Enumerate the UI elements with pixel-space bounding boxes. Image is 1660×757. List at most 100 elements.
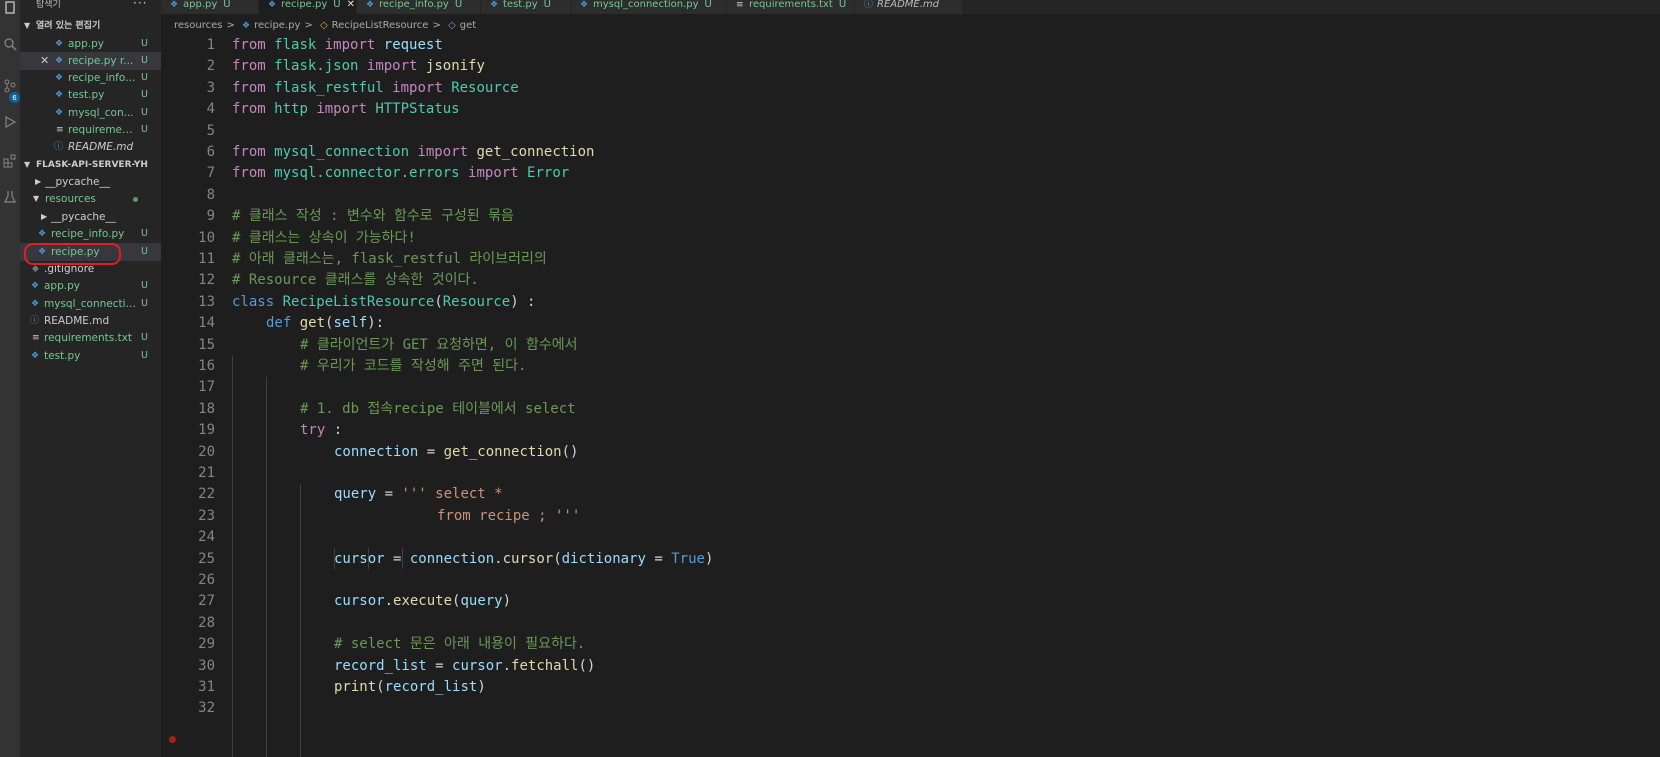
line-number: 5 [206, 122, 215, 139]
line-number: 23 [198, 507, 215, 524]
workspace-header[interactable]: ▼ FLASK-API-SERVER-YH [20, 157, 161, 173]
tree-file[interactable]: ❖ recipe_info.py U [20, 225, 161, 243]
code-line: from flask.json import jsonify [232, 58, 485, 75]
line-number: 32 [198, 700, 215, 717]
open-editors-header[interactable]: ▼ 열려 있는 편집기 [20, 18, 161, 34]
tab-app-py[interactable]: ❖ app.py U [161, 0, 259, 14]
scm-count-badge: 6 [9, 92, 20, 103]
chevron-right-icon: ▶ [35, 177, 42, 186]
open-editor-item-active[interactable]: ✕ ❖ recipe.py r... U [20, 52, 161, 70]
line-number: 26 [198, 572, 215, 588]
more-actions-icon[interactable]: ··· [133, 0, 147, 10]
tree-file[interactable]: ⓘ README.md [20, 312, 161, 330]
python-file-icon: ❖ [268, 0, 277, 10]
tree-folder[interactable]: ▶ __pycache__ [20, 208, 161, 226]
line-number: 18 [198, 400, 215, 417]
info-icon: ⓘ [864, 0, 874, 10]
line-number: 15 [198, 336, 215, 353]
code-comment: # 클라이언트가 GET 요청하면, 이 함수에서 [300, 336, 578, 353]
open-editor-item[interactable]: ❖ mysql_con... U [20, 104, 161, 122]
line-number: 3 [206, 79, 215, 96]
extensions-icon[interactable] [2, 153, 18, 169]
code-string: from recipe ; ''' [437, 507, 581, 524]
line-number: 14 [198, 315, 215, 332]
tab-recipe-py[interactable]: ❖ recipe.py U ✕ [259, 0, 357, 14]
open-editor-item[interactable]: ❖ app.py U [20, 35, 161, 53]
code-line: from mysql_connection import get_connect… [232, 144, 595, 160]
annotation-circle [24, 243, 121, 265]
code-comment: # 클래스는 상속이 가능하다! [232, 229, 416, 246]
code-line: query = ''' select * [334, 486, 503, 503]
code-comment: # select 문은 아래 내용이 필요하다. [334, 636, 586, 653]
line-number: 10 [198, 229, 215, 246]
code-comment: # Resource 클래스를 상속한 것이다. [232, 272, 479, 289]
breadcrumb: resources > ❖ recipe.py > ◇ RecipeListResour… [174, 20, 477, 31]
python-file-icon: ❖ [55, 90, 64, 100]
open-editor-item[interactable]: ⓘ README.md [20, 138, 161, 156]
tree-file[interactable]: ❖ app.py U [20, 277, 161, 295]
open-editor-item[interactable]: ❖ recipe_info.... U [20, 69, 161, 87]
tab-mysql-connection-py[interactable]: ❖ mysql_connection.py U [571, 0, 727, 14]
info-icon: ⓘ [54, 142, 64, 152]
line-number: 19 [198, 422, 215, 439]
tree-file[interactable]: ≡ requirements.txt U [20, 329, 161, 347]
tree-file[interactable]: ❖ test.py U [20, 347, 161, 365]
line-number: 25 [198, 550, 215, 567]
code-line: from flask_restful import Resource [232, 79, 519, 96]
python-file-icon: ❖ [366, 0, 375, 10]
tree-file[interactable]: ❖ mysql_connectio... U [20, 295, 161, 313]
python-file-icon: ❖ [31, 351, 40, 361]
python-file-icon: ❖ [31, 299, 40, 309]
line-number: 6 [206, 144, 215, 160]
python-file-icon: ❖ [242, 21, 251, 31]
code-editor[interactable]: 1 2 3 4 5 6 7 8 9 10 11 12 13 14 15 16 17 18 19 20 21 22 23 24 2… [161, 35, 1660, 757]
tab-test-py[interactable]: ❖ test.py U [481, 0, 571, 14]
breakpoint-marker[interactable] [169, 736, 176, 743]
code-line: from mysql.connector.errors import Error [232, 165, 570, 182]
tree-folder-resources[interactable]: ▼ resources [20, 190, 161, 208]
code-comment: # 아래 클래스는, flask_restful 라이브러리의 [232, 251, 547, 267]
info-icon: ⓘ [30, 316, 40, 326]
breadcrumb-file[interactable]: recipe.py [254, 20, 300, 31]
code-line: cursor = connection.cursor(dictionary = … [334, 550, 714, 567]
line-number: 27 [198, 593, 215, 610]
explorer-sidebar: 탐색기 ··· ▼ 열려 있는 편집기 ❖ app.py U ✕ ❖ recip… [20, 0, 161, 757]
indent-guide [300, 484, 301, 757]
python-file-icon: ❖ [490, 0, 499, 10]
indent-guide [266, 377, 267, 757]
breadcrumb-class[interactable]: RecipeListResource [332, 20, 429, 31]
text-file-icon: ≡ [736, 0, 744, 10]
tree-folder[interactable]: ▶ __pycache__ [20, 173, 161, 191]
close-icon[interactable]: ✕ [40, 52, 49, 70]
chevron-right-icon: ▶ [41, 212, 48, 221]
open-editor-item[interactable]: ❖ test.py U [20, 86, 161, 104]
line-number: 8 [206, 186, 215, 203]
breadcrumb-method[interactable]: get [460, 20, 476, 31]
code-line: record_list = cursor.fetchall() [334, 657, 596, 674]
testing-icon[interactable] [2, 189, 18, 205]
run-debug-icon[interactable] [2, 114, 18, 130]
code-comment: # 우리가 코드를 작성해 주면 된다. [300, 358, 527, 374]
class-symbol-icon: ◇ [319, 20, 328, 31]
line-number: 2 [206, 58, 215, 75]
close-tab-icon[interactable]: ✕ [347, 0, 355, 10]
line-number: 30 [198, 657, 215, 674]
line-number: 22 [198, 486, 215, 503]
python-file-icon: ❖ [55, 108, 64, 118]
line-number: 20 [198, 443, 215, 460]
search-icon[interactable] [2, 36, 18, 52]
python-file-icon: ❖ [55, 56, 64, 66]
line-number: 16 [198, 358, 215, 374]
line-number: 4 [206, 101, 215, 118]
code-line: from flask import request [232, 37, 443, 53]
explorer-icon[interactable] [2, 0, 18, 16]
python-file-icon: ❖ [170, 0, 179, 10]
tab-recipe-info-py[interactable]: ❖ recipe_info.py U [357, 0, 481, 14]
code-comment: # 1. db 접속recipe 테이블에서 select [300, 400, 576, 417]
open-editor-item[interactable]: ≡ requiremen... U [20, 121, 161, 139]
line-number: 7 [206, 165, 215, 182]
activity-bar: 6 [0, 0, 20, 757]
tab-readme-md[interactable]: ⓘ README.md [855, 0, 963, 14]
breadcrumb-folder[interactable]: resources [174, 20, 222, 31]
tab-requirements-txt[interactable]: ≡ requirements.txt U [727, 0, 855, 14]
